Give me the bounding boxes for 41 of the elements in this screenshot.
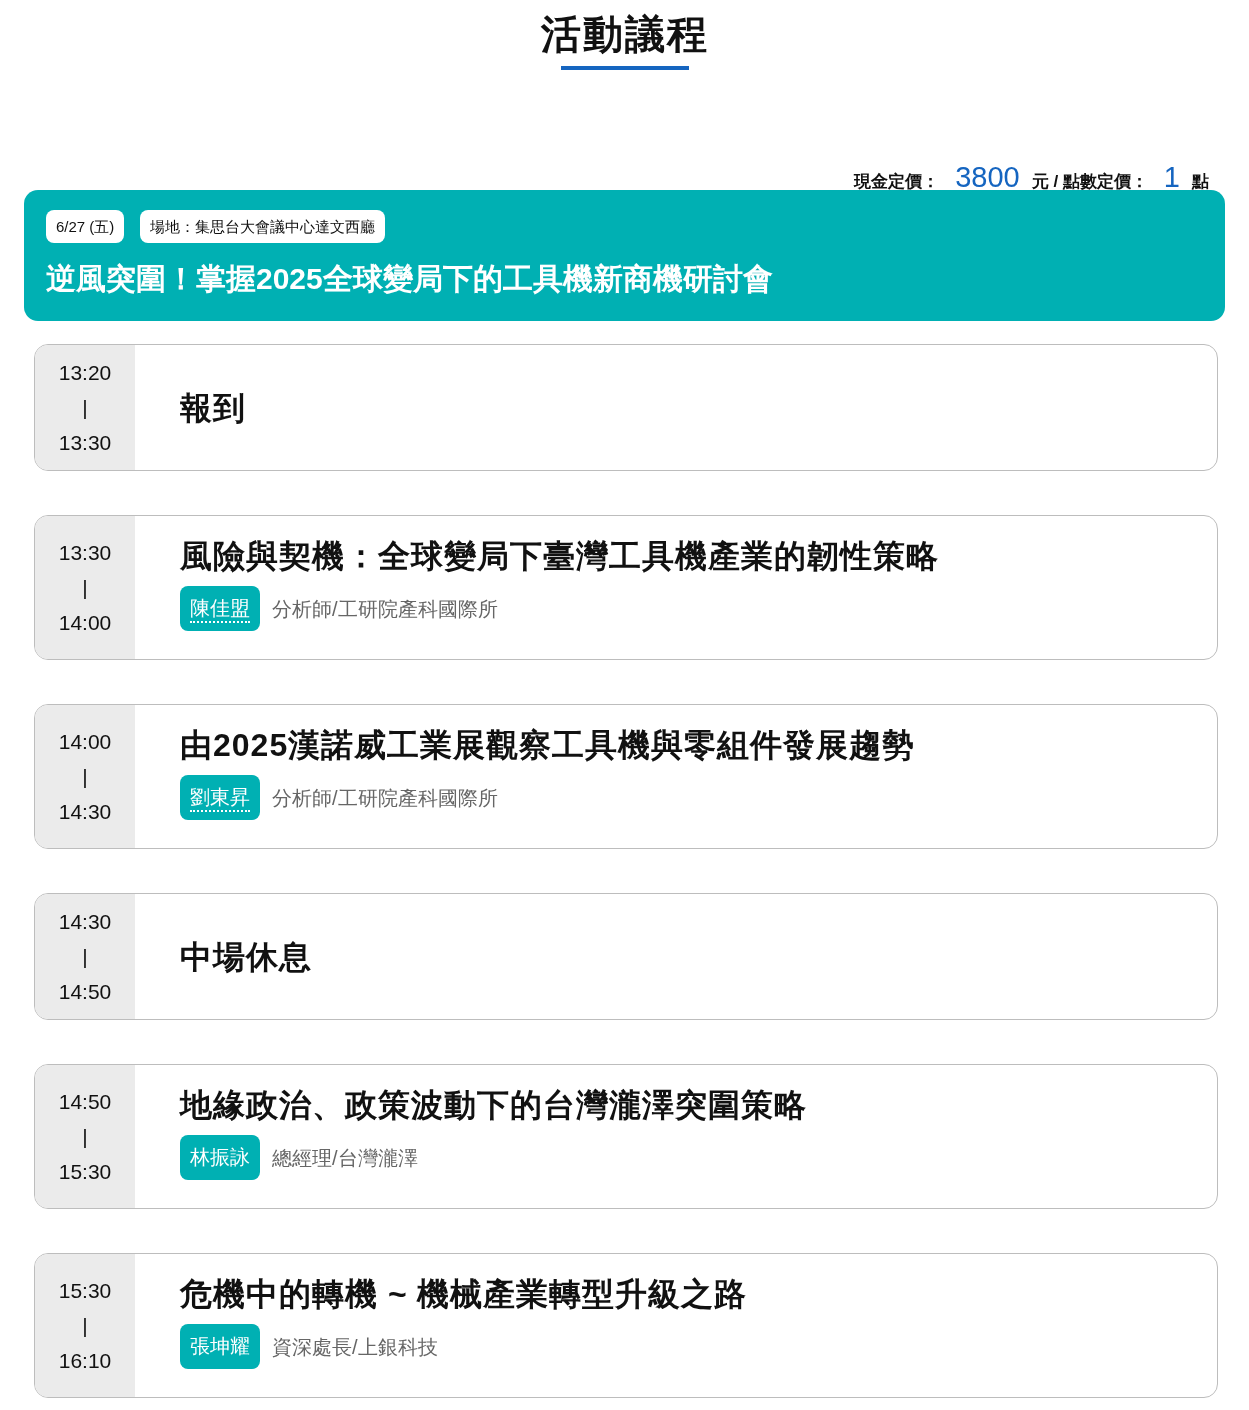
start-time: 13:20 [58, 360, 112, 386]
time-separator: | [82, 1313, 88, 1339]
speaker-tag[interactable]: 劉東昇 [180, 775, 260, 820]
price-label: 元 / 點數定價： [1031, 171, 1148, 193]
speaker-role: 資深處長/上銀科技 [272, 1334, 438, 1360]
speaker-tag[interactable]: 陳佳盟 [180, 586, 260, 631]
venue-tag: 場地：集思台大會議中心達文西廳 [140, 210, 386, 243]
start-time: 14:30 [58, 909, 112, 935]
points-unit: 點 [1192, 171, 1209, 193]
date-tag: 6/27 (五) [46, 210, 125, 243]
start-time: 13:30 [58, 540, 112, 566]
end-time: 14:30 [58, 799, 112, 825]
speaker-role: 分析師/工研院產科國際所 [272, 596, 498, 622]
session-title: 由2025漢諾威工業展觀察工具機與零組件發展趨勢 [180, 726, 916, 765]
end-time: 13:30 [58, 430, 112, 456]
speaker-tag: 林振詠 [180, 1135, 260, 1180]
points-value: 1 [1163, 160, 1180, 195]
time-separator: | [82, 395, 88, 421]
time-separator: | [82, 764, 88, 790]
speaker-tag: 張坤耀 [180, 1324, 260, 1369]
time-separator: | [82, 944, 88, 970]
end-time: 14:50 [58, 979, 112, 1005]
end-time: 15:30 [58, 1159, 112, 1185]
speaker-role: 總經理/台灣瀧澤 [272, 1145, 418, 1171]
event-title: 逆風突圍！掌握2025全球變局下的工具機新商機研討會 [46, 261, 774, 297]
price-label: 現金定價： [854, 171, 940, 193]
end-time: 14:00 [58, 610, 112, 636]
time-separator: | [82, 1124, 88, 1150]
session-title: 報到 [180, 388, 246, 428]
price-value: 3800 [955, 160, 1020, 195]
session-title: 地緣政治、政策波動下的台灣瀧澤突圍策略 [180, 1086, 807, 1125]
start-time: 14:50 [58, 1089, 112, 1115]
end-time: 16:10 [58, 1348, 112, 1374]
speaker-role: 分析師/工研院產科國際所 [272, 785, 498, 811]
start-time: 14:00 [58, 729, 112, 755]
page-heading: 活動議程 [540, 11, 709, 58]
start-time: 15:30 [58, 1278, 112, 1304]
time-separator: | [82, 575, 88, 601]
session-title: 危機中的轉機 ~ 機械產業轉型升級之路 [180, 1275, 748, 1314]
session-title: 風險與契機：全球變局下臺灣工具機產業的韌性策略 [180, 537, 939, 576]
session-title: 中場休息 [180, 937, 312, 977]
